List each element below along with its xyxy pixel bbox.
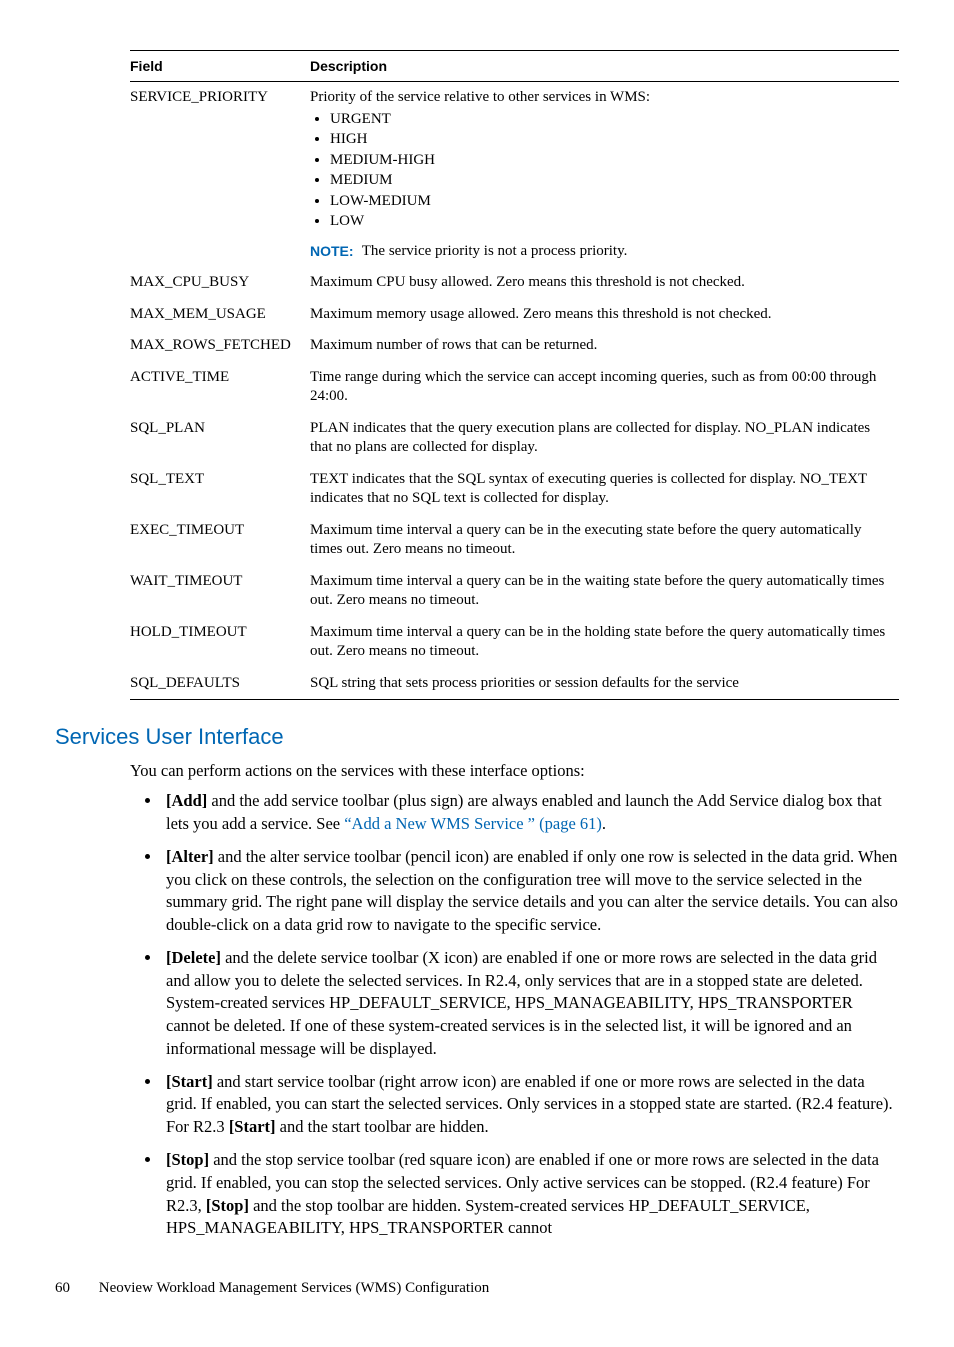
start-text-b: and the start toolbar are hidden. [276, 1117, 489, 1136]
field-cell: HOLD_TIMEOUT [130, 617, 310, 668]
field-cell: EXEC_TIMEOUT [130, 515, 310, 566]
start-label: [Start] [166, 1072, 213, 1091]
note-block: NOTE: The service priority is not a proc… [310, 242, 893, 262]
add-text-after: . [602, 814, 606, 833]
alter-label: [Alter] [166, 847, 214, 866]
section-heading: Services User Interface [55, 724, 899, 750]
stop-label-2: [Stop] [206, 1196, 249, 1215]
stop-text-b: and the stop toolbar are hidden. System-… [166, 1196, 810, 1238]
desc-cell: Priority of the service relative to othe… [310, 82, 899, 268]
field-cell: MAX_CPU_BUSY [130, 267, 310, 299]
table-row: SERVICE_PRIORITY Priority of the service… [130, 82, 899, 268]
note-label: NOTE: [310, 242, 358, 260]
desc-cell: Maximum number of rows that can be retur… [310, 330, 899, 362]
delete-label: [Delete] [166, 948, 221, 967]
table-row: HOLD_TIMEOUT Maximum time interval a que… [130, 617, 899, 668]
field-cell: ACTIVE_TIME [130, 362, 310, 413]
table-row: SQL_TEXT TEXT indicates that the SQL syn… [130, 464, 899, 515]
table-row: MAX_CPU_BUSY Maximum CPU busy allowed. Z… [130, 267, 899, 299]
desc-cell: TEXT indicates that the SQL syntax of ex… [310, 464, 899, 515]
table-row: MAX_ROWS_FETCHED Maximum number of rows … [130, 330, 899, 362]
page-number: 60 [55, 1280, 95, 1297]
table-header-description: Description [310, 51, 899, 82]
table-row: MAX_MEM_USAGE Maximum memory usage allow… [130, 299, 899, 331]
actions-list: [Add] and the add service toolbar (plus … [130, 790, 899, 1240]
desc-cell: Maximum memory usage allowed. Zero means… [310, 299, 899, 331]
footer-title: Neoview Workload Management Services (WM… [99, 1280, 490, 1296]
priority-item: MEDIUM [330, 171, 893, 191]
start-label-2: [Start] [229, 1117, 276, 1136]
desc-cell: SQL string that sets process priorities … [310, 668, 899, 700]
desc-cell: Maximum time interval a query can be in … [310, 566, 899, 617]
desc-cell: Time range during which the service can … [310, 362, 899, 413]
priority-item: LOW [330, 212, 893, 232]
section-intro: You can perform actions on the services … [130, 760, 899, 782]
note-text: The service priority is not a process pr… [362, 242, 628, 262]
field-cell: SQL_TEXT [130, 464, 310, 515]
stop-label: [Stop] [166, 1150, 209, 1169]
field-cell: WAIT_TIMEOUT [130, 566, 310, 617]
priority-item: URGENT [330, 110, 893, 130]
table-row: WAIT_TIMEOUT Maximum time interval a que… [130, 566, 899, 617]
priority-item: LOW-MEDIUM [330, 192, 893, 212]
field-description-table: Field Description SERVICE_PRIORITY Prior… [130, 50, 899, 700]
field-cell: MAX_ROWS_FETCHED [130, 330, 310, 362]
desc-cell: Maximum CPU busy allowed. Zero means thi… [310, 267, 899, 299]
field-cell: SQL_PLAN [130, 413, 310, 464]
priority-item: MEDIUM-HIGH [330, 151, 893, 171]
priority-item: HIGH [330, 130, 893, 150]
priority-intro: Priority of the service relative to othe… [310, 89, 650, 105]
desc-cell: Maximum time interval a query can be in … [310, 617, 899, 668]
list-item-alter: [Alter] and the alter service toolbar (p… [162, 846, 899, 937]
alter-text: and the alter service toolbar (pencil ic… [166, 847, 898, 934]
list-item-stop: [Stop] and the stop service toolbar (red… [162, 1149, 899, 1240]
desc-cell: PLAN indicates that the query execution … [310, 413, 899, 464]
list-item-delete: [Delete] and the delete service toolbar … [162, 947, 899, 1061]
priority-list: URGENT HIGH MEDIUM-HIGH MEDIUM LOW-MEDIU… [310, 110, 893, 232]
table-row: SQL_PLAN PLAN indicates that the query e… [130, 413, 899, 464]
list-item-add: [Add] and the add service toolbar (plus … [162, 790, 899, 836]
desc-cell: Maximum time interval a query can be in … [310, 515, 899, 566]
page-footer: 60 Neoview Workload Management Services … [55, 1280, 899, 1297]
field-cell: SERVICE_PRIORITY [130, 82, 310, 268]
table-row: EXEC_TIMEOUT Maximum time interval a que… [130, 515, 899, 566]
delete-text: and the delete service toolbar (X icon) … [166, 948, 877, 1058]
table-row: ACTIVE_TIME Time range during which the … [130, 362, 899, 413]
add-link[interactable]: “Add a New WMS Service ” (page 61) [344, 814, 602, 833]
add-label: [Add] [166, 791, 207, 810]
list-item-start: [Start] and start service toolbar (right… [162, 1071, 899, 1139]
table-header-field: Field [130, 51, 310, 82]
table-row: SQL_DEFAULTS SQL string that sets proces… [130, 668, 899, 700]
field-cell: MAX_MEM_USAGE [130, 299, 310, 331]
field-cell: SQL_DEFAULTS [130, 668, 310, 700]
